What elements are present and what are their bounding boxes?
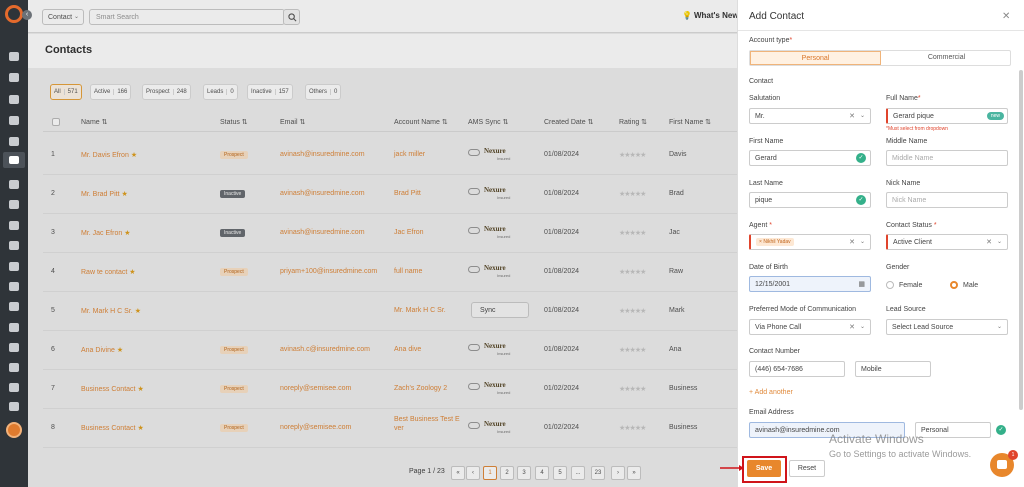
activate-windows-subtitle: Go to Settings to activate Windows.: [829, 449, 972, 459]
agent-chip[interactable]: × Nikhil Yadav: [756, 238, 794, 246]
check-icon: ✓: [856, 195, 866, 205]
calendar-icon: ▦: [858, 281, 865, 288]
account-type-label: Account type*: [749, 37, 793, 44]
full-name-input[interactable]: Gerard pique new: [886, 108, 1008, 124]
middle-name-input[interactable]: Middle Name: [886, 150, 1008, 166]
phone-icon[interactable]: [9, 221, 19, 230]
contact-number-type-select[interactable]: Mobile: [855, 361, 931, 377]
mail-icon[interactable]: [9, 343, 19, 352]
layers-icon[interactable]: [9, 302, 19, 311]
check-icon: ✓: [856, 153, 866, 163]
account-type-personal[interactable]: Personal: [750, 51, 881, 65]
first-name-input[interactable]: Gerard ✓: [749, 150, 871, 166]
automation-icon[interactable]: [9, 363, 19, 372]
chevron-down-icon: ⌄: [859, 239, 865, 245]
salutation-select[interactable]: Mr. ✕ ⌄: [749, 108, 871, 124]
nick-name-label: Nick Name: [886, 180, 921, 187]
arrow-pointer-icon: [720, 465, 744, 471]
chevron-down-icon: ⌄: [859, 324, 865, 330]
nick-name-input[interactable]: Nick Name: [886, 192, 1008, 208]
chevron-down-icon: ⌄: [996, 324, 1002, 330]
email-label: Email Address: [749, 409, 794, 416]
clear-icon: ✕: [849, 113, 855, 120]
close-icon[interactable]: ✕: [1002, 11, 1010, 22]
folder-icon[interactable]: [9, 262, 19, 271]
app-logo-icon[interactable]: [5, 5, 23, 23]
dashboard-icon[interactable]: [9, 52, 19, 61]
account-type-commercial[interactable]: Commercial: [881, 51, 1012, 65]
first-name-label: First Name: [749, 138, 784, 145]
documents-icon[interactable]: [9, 95, 19, 104]
chat-launcher-button[interactable]: 1: [990, 450, 1018, 477]
add-contact-drawer: Add Contact ✕ Account type* Personal Com…: [737, 0, 1024, 487]
drawer-scrollbar[interactable]: [1019, 70, 1023, 410]
contact-section-heading: Contact: [749, 78, 774, 85]
clear-icon: ✕: [986, 239, 992, 246]
lead-source-select[interactable]: Select Lead Source ⌄: [886, 319, 1008, 335]
agent-select[interactable]: × Nikhil Yadav ✕ ⌄: [749, 234, 871, 250]
contact-status-select[interactable]: Active Client ✕ ⌄: [886, 234, 1008, 250]
save-highlight-box: [742, 456, 787, 483]
last-name-label: Last Name: [749, 180, 783, 187]
new-badge: new: [986, 112, 1004, 120]
activate-windows-title: Activate Windows: [829, 432, 924, 446]
users-icon[interactable]: [9, 73, 19, 82]
clear-icon: ✕: [849, 324, 855, 331]
gender-label: Gender: [886, 264, 910, 271]
last-name-input[interactable]: pique ✓: [749, 192, 871, 208]
google-icon[interactable]: [9, 282, 19, 291]
email-type-select[interactable]: Personal: [915, 422, 991, 438]
full-name-error: *Must select from dropdown: [886, 126, 948, 132]
drawer-title: Add Contact: [749, 11, 805, 22]
reports-icon[interactable]: [9, 241, 19, 250]
middle-name-label: Middle Name: [886, 138, 928, 145]
salutation-label: Salutation: [749, 95, 781, 102]
left-rail: ‹: [0, 0, 32, 487]
filter-icon[interactable]: [9, 180, 19, 189]
analytics-icon[interactable]: [9, 383, 19, 392]
pref-comm-label: Preferred Mode of Communication: [749, 306, 856, 313]
collapse-sidebar-icon[interactable]: ‹: [22, 10, 32, 20]
modal-backdrop[interactable]: [28, 0, 737, 487]
contact-status-label: Contact Status *: [886, 222, 937, 229]
account-type-toggle: Personal Commercial: [749, 50, 1011, 66]
gender-male-label: Male: [963, 282, 979, 289]
email-valid-indicator: ✓: [995, 424, 1007, 436]
dob-label: Date of Birth: [749, 264, 788, 271]
briefcase-icon[interactable]: [9, 137, 19, 146]
gender-female-label: Female: [899, 282, 923, 289]
pref-comm-select[interactable]: Via Phone Call ✕ ⌄: [749, 319, 871, 335]
settings-icon[interactable]: [9, 402, 19, 411]
gender-male-radio[interactable]: [950, 281, 958, 289]
contact-number-input[interactable]: (446) 654-7686: [749, 361, 845, 377]
add-another-number-link[interactable]: + Add another: [749, 389, 793, 396]
calendar-icon[interactable]: [9, 323, 19, 332]
reset-button[interactable]: Reset: [789, 460, 825, 477]
dob-input[interactable]: 12/15/2001 ▦: [749, 276, 871, 292]
contact-number-label: Contact Number: [749, 348, 800, 355]
lead-source-label: Lead Source: [886, 306, 926, 313]
chevron-down-icon: ⌄: [859, 113, 865, 119]
megaphone-icon[interactable]: [9, 200, 19, 209]
clear-icon: ✕: [849, 239, 855, 246]
contacts-icon[interactable]: [3, 152, 25, 168]
full-name-label: Full Name*: [886, 95, 921, 102]
gender-female-radio[interactable]: [886, 281, 894, 289]
bank-icon[interactable]: [9, 116, 19, 125]
drawer-divider: [738, 30, 1024, 31]
check-icon: ✓: [996, 425, 1006, 435]
chevron-down-icon: ⌄: [996, 239, 1002, 245]
notification-badge: 1: [1008, 450, 1018, 460]
agent-label: Agent *: [749, 222, 772, 229]
user-avatar[interactable]: [6, 422, 22, 438]
